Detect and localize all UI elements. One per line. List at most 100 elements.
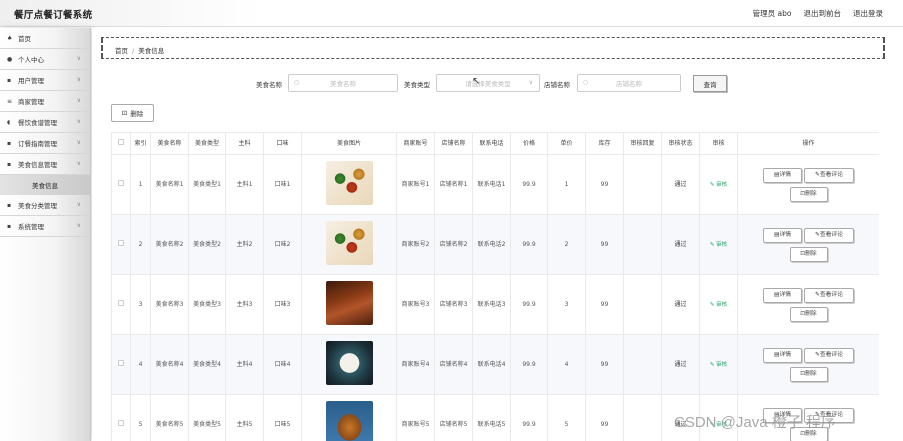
shop-name-label: 店铺名称 xyxy=(544,81,570,89)
table-row: 4 美食名称4 美食类型4 主料4 口味4 商家账号4 店铺名称4 联系电话4 99.9 4 99 通… xyxy=(111,334,879,395)
column-header: 单价 xyxy=(547,132,586,155)
column-header: 美食名称 xyxy=(150,132,189,155)
user-icon: ● xyxy=(7,55,13,63)
detail-button[interactable]: ▤ 详情 xyxy=(763,167,802,183)
sidebar-item[interactable]: ▪ 美食信息管理 ∨ xyxy=(0,154,90,175)
sidebar-item[interactable]: ♠ 首页 xyxy=(0,28,90,49)
sidebar-item[interactable]: ● 个人中心 ∨ xyxy=(0,49,90,70)
cell-status: 通过 xyxy=(661,274,700,335)
sidebar-item-label: 用户管理 xyxy=(18,77,44,85)
cell-shop: 店铺名称2 xyxy=(434,214,473,275)
row-delete-button[interactable]: ⊡ 删除 xyxy=(789,246,828,262)
cell-taste: 口味4 xyxy=(263,334,302,395)
audit-cell: ✎ 审核 xyxy=(699,154,738,215)
batch-delete-button[interactable]: ⊡ 删除 xyxy=(111,104,154,122)
select-all-checkbox[interactable] xyxy=(118,139,124,145)
cell-type: 美食类型3 xyxy=(188,274,226,335)
current-user: 管理员 abo xyxy=(752,9,792,18)
food-name-placeholder: 美食名称 xyxy=(330,80,356,88)
top-links: 管理员 abo 退出到前台 退出登录 xyxy=(753,8,883,19)
cell-main: 主料2 xyxy=(225,214,264,275)
table-header-row: 索引 美食名称 美食类型 主料 口味 美食图片 商家账号 店铺名称 联系电话 价格 单价 库存 审核回复… xyxy=(111,132,879,155)
cell-shop: 店铺名称3 xyxy=(434,274,473,335)
cell-name: 美食名称2 xyxy=(150,214,189,275)
sidebar-item[interactable]: ≡ 商家管理 ∨ xyxy=(0,91,90,112)
food-image-cell xyxy=(301,274,397,335)
column-header: 价格 xyxy=(510,132,548,155)
row-checkbox[interactable] xyxy=(118,240,124,246)
food-image-cell xyxy=(301,154,397,215)
sidebar-subitem-food-info[interactable]: 美食信息 xyxy=(0,175,90,195)
cell-taste: 口味2 xyxy=(263,214,302,275)
sidebar-item-label: 个人中心 xyxy=(18,56,44,64)
query-button[interactable]: 查询 xyxy=(693,75,727,92)
row-checkbox[interactable] xyxy=(118,300,124,306)
detail-button[interactable]: ▤ 详情 xyxy=(763,347,802,363)
chevron-down-icon: ∨ xyxy=(76,76,81,83)
cell-reply xyxy=(623,394,662,441)
detail-button[interactable]: ▤ 详情 xyxy=(763,227,802,243)
breadcrumb-home[interactable]: 首页 xyxy=(115,47,128,55)
sidebar-item[interactable]: ▪ 系统管理 ∨ xyxy=(0,216,90,237)
food-image xyxy=(325,281,373,325)
audit-cell: ✎ 审核 xyxy=(699,274,738,335)
cell-price: 99.9 xyxy=(510,334,548,395)
trash-icon: ⊡ xyxy=(121,109,128,117)
select-all-header[interactable] xyxy=(111,132,131,155)
column-header: 审核回复 xyxy=(623,132,662,155)
view-reviews-button[interactable]: ✎ 查看评论 xyxy=(804,347,854,363)
logout-link[interactable]: 退出登录 xyxy=(853,8,883,19)
row-checkbox[interactable] xyxy=(118,180,124,186)
row-delete-button[interactable]: ⊡ 删除 xyxy=(789,366,828,382)
audit-link[interactable]: ✎ 审核 xyxy=(710,362,727,368)
cell-taste: 口味5 xyxy=(263,394,302,441)
sidebar-item-label: 美食分类管理 xyxy=(18,202,57,210)
cell-name: 美食名称4 xyxy=(150,334,189,395)
sidebar-item[interactable]: ▪ 美食分类管理 ∨ xyxy=(0,195,90,216)
audit-link[interactable]: ✎ 审核 xyxy=(710,182,727,188)
grid-icon: ▪ xyxy=(7,76,12,84)
cell-shop: 店铺名称4 xyxy=(434,334,473,395)
view-reviews-button[interactable]: ✎ 查看评论 xyxy=(804,227,854,243)
row-checkbox[interactable] xyxy=(118,360,124,366)
audit-link[interactable]: ✎ 审核 xyxy=(710,302,727,308)
food-type-select[interactable]: 请选择美食类型 ∨ xyxy=(436,74,540,92)
cell-unit: 4 xyxy=(547,334,586,395)
audit-link[interactable]: ✎ 审核 xyxy=(710,242,727,248)
view-reviews-button[interactable]: ✎ 查看评论 xyxy=(804,287,854,303)
grid-icon: ▪ xyxy=(7,201,12,209)
sidebar-item[interactable]: ◖ 餐饮食谱管理 ∨ xyxy=(0,112,90,133)
food-name-input[interactable]: ○ 美食名称 xyxy=(288,74,398,92)
back-to-front-link[interactable]: 退出到前台 xyxy=(804,8,842,19)
operations-cell: ▤ 详情 ✎ 查看评论 ⊡ 删除 xyxy=(737,334,879,395)
view-reviews-label: 查看评论 xyxy=(819,231,844,238)
cell-reply xyxy=(623,274,662,335)
watermark: CSDN @Java 橙子 程序 xyxy=(674,414,836,431)
row-delete-button[interactable]: ⊡ 删除 xyxy=(789,186,828,202)
audit-label: 审核 xyxy=(716,241,728,248)
food-table: 索引 美食名称 美食类型 主料 口味 美食图片 商家账号 店铺名称 联系电话 价格 单价 库存 审核回复… xyxy=(111,132,879,441)
detail-button[interactable]: ▤ 详情 xyxy=(763,287,802,303)
cell-idx: 4 xyxy=(130,334,151,395)
row-checkbox[interactable] xyxy=(118,420,124,426)
cell-price: 99.9 xyxy=(510,274,548,335)
operations-cell: ▤ 详情 ✎ 查看评论 ⊡ 删除 xyxy=(737,154,879,215)
main-content: 首页 / 美食信息 美食名称 ○ 美食名称 美食类型 请选择美食类型 ∨ 店铺名称 … xyxy=(92,28,903,441)
sidebar-item[interactable]: ▪ 订餐指南管理 ∨ xyxy=(0,133,90,154)
cell-unit: 1 xyxy=(547,154,586,215)
food-image-cell xyxy=(301,214,397,275)
column-header: 审核状态 xyxy=(661,132,700,155)
cell-idx: 3 xyxy=(130,274,151,335)
app-root: 餐厅点餐订餐系统 管理员 abo 退出到前台 退出登录 ♠ 首页 ● 个人中心 ∨ ▪ 用户… xyxy=(0,0,903,441)
cell-price: 99.9 xyxy=(510,154,548,215)
shop-name-input[interactable]: ○ 店铺名称 xyxy=(577,74,681,92)
row-delete-label: 删除 xyxy=(805,370,817,377)
audit-label: 审核 xyxy=(716,361,728,368)
row-delete-button[interactable]: ⊡ 删除 xyxy=(789,306,828,322)
sidebar-item[interactable]: ▪ 用户管理 ∨ xyxy=(0,70,90,91)
food-name-label: 美食名称 xyxy=(256,81,282,89)
view-reviews-button[interactable]: ✎ 查看评论 xyxy=(804,167,854,183)
cell-type: 美食类型5 xyxy=(188,394,226,441)
column-header: 美食类型 xyxy=(188,132,226,155)
grid-icon: ▪ xyxy=(7,160,12,168)
